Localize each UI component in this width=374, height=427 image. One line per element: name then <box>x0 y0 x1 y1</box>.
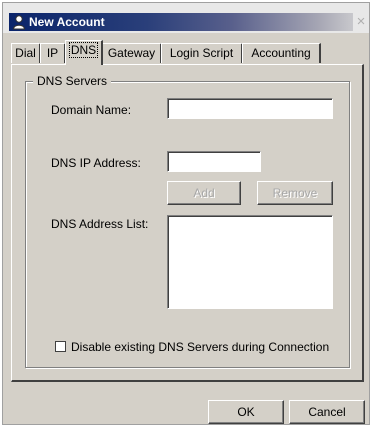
ok-button[interactable]: OK <box>208 400 284 424</box>
tab-dial-label: Dial <box>15 46 36 60</box>
tab-gateway[interactable]: Gateway <box>102 43 162 63</box>
dns-ip-address-label: DNS IP Address: <box>51 156 141 170</box>
disable-dns-checkbox-label[interactable]: Disable existing DNS Servers during Conn… <box>71 340 329 354</box>
disable-dns-checkbox[interactable] <box>55 341 66 352</box>
title-bar[interactable]: New Account × <box>3 3 369 33</box>
dns-address-list-label: DNS Address List: <box>51 217 149 231</box>
tab-accounting[interactable]: Accounting <box>242 43 321 63</box>
cancel-button[interactable]: Cancel <box>289 400 365 424</box>
dns-ip-address-input[interactable] <box>167 151 261 172</box>
group-title: DNS Servers <box>33 74 112 88</box>
tab-login-script-label: Login Script <box>169 46 234 60</box>
window-title: New Account <box>29 15 105 29</box>
domain-name-input[interactable] <box>167 98 333 119</box>
ok-button-label: OK <box>237 405 255 419</box>
dns-address-list[interactable] <box>167 215 333 309</box>
tab-gateway-label: Gateway <box>107 46 156 60</box>
add-button-label: Add <box>193 186 215 200</box>
tab-dns-label: DNS <box>68 42 99 58</box>
tab-accounting-label: Accounting <box>251 46 311 60</box>
domain-name-label: Domain Name: <box>51 103 132 117</box>
tab-login-script[interactable]: Login Script <box>161 43 243 63</box>
tab-dial[interactable]: Dial <box>11 43 41 63</box>
new-account-window: New Account × Dial IP DNS Gateway Login … <box>2 2 370 425</box>
close-icon[interactable]: × <box>354 13 368 31</box>
tab-dns[interactable]: DNS <box>65 40 103 65</box>
remove-button[interactable]: Remove <box>257 181 333 205</box>
user-account-icon <box>12 15 26 30</box>
cancel-button-label: Cancel <box>308 405 346 419</box>
tab-ip[interactable]: IP <box>40 43 66 63</box>
add-button[interactable]: Add <box>167 181 241 205</box>
remove-button-label: Remove <box>272 186 318 200</box>
tab-ip-label: IP <box>46 46 59 60</box>
